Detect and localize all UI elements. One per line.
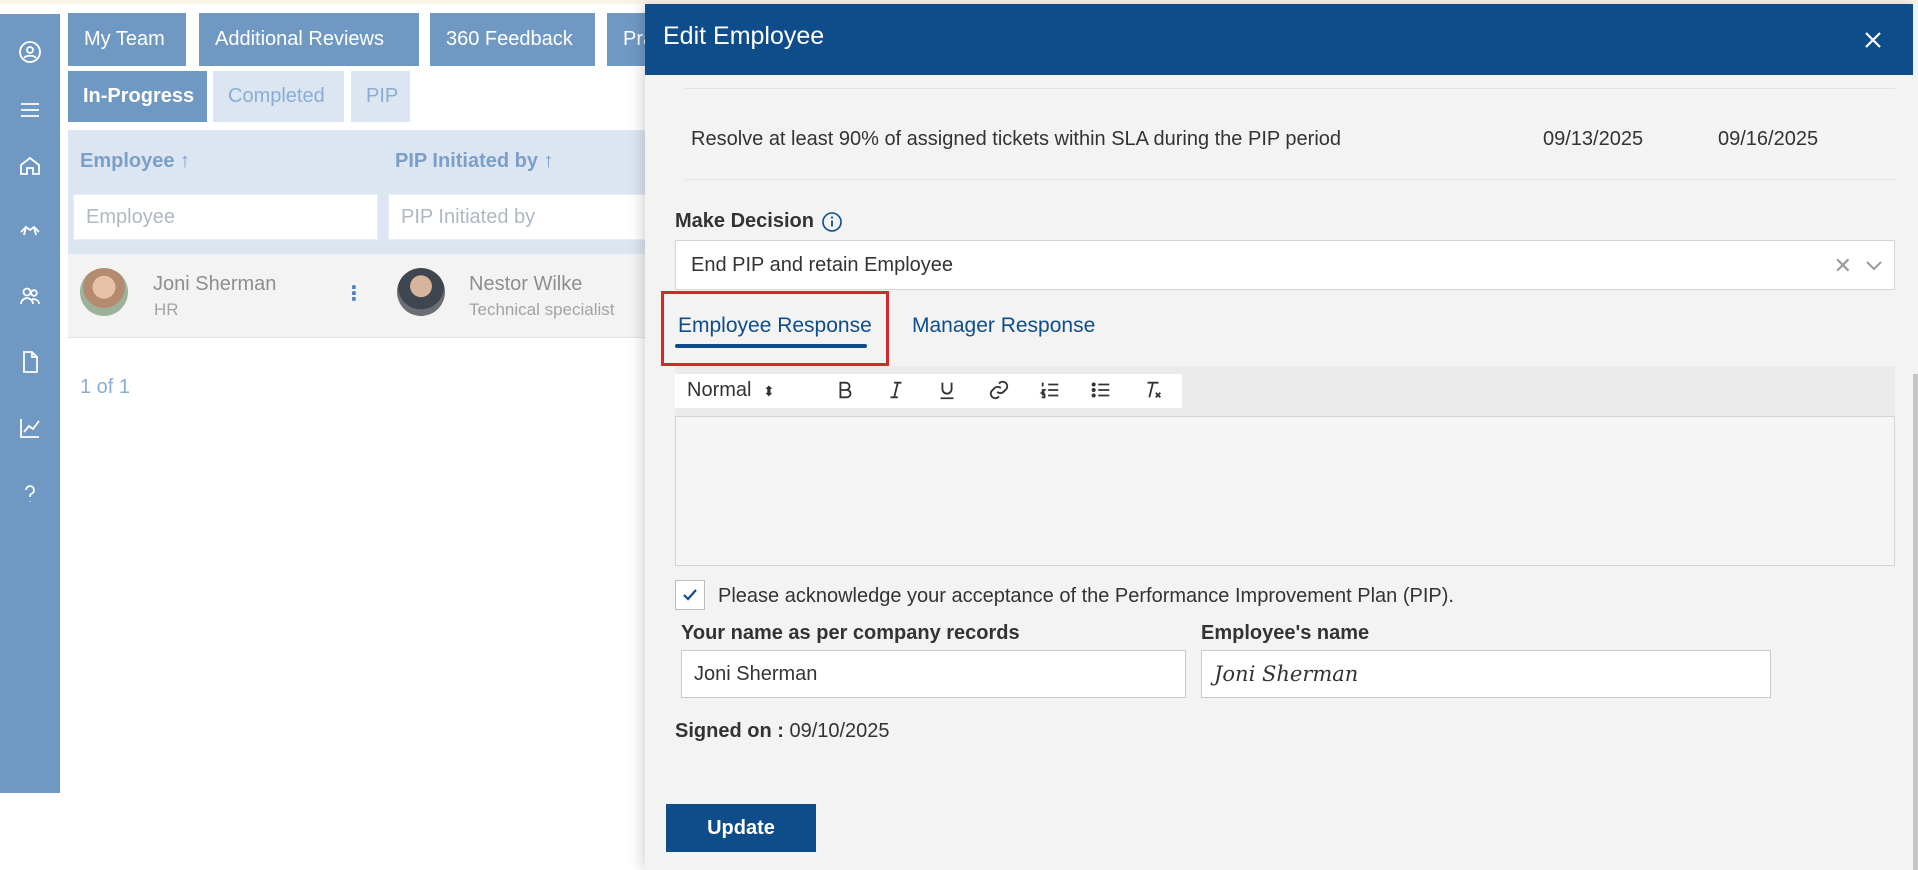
chevron-down-icon[interactable] — [1864, 255, 1884, 275]
app-logo-icon[interactable] — [16, 38, 44, 66]
goal-end-date: 09/16/2025 — [1718, 128, 1819, 150]
help-icon[interactable] — [16, 480, 44, 508]
update-button[interactable]: Update — [666, 804, 816, 852]
employee-signature-label: Employee's name — [1201, 622, 1370, 644]
employee-filter-input[interactable]: Employee — [73, 194, 378, 240]
employee-signature-field[interactable]: Joni Sherman — [1201, 650, 1771, 698]
checkmark-icon — [683, 589, 697, 601]
link-icon[interactable] — [987, 378, 1011, 402]
company-name-field[interactable]: Joni Sherman — [681, 650, 1186, 698]
ordered-list-icon[interactable] — [1038, 378, 1062, 402]
decision-select-value: End PIP and retain Employee — [691, 254, 954, 276]
subtab-completed[interactable]: Completed — [213, 71, 344, 122]
initiator-filter-input[interactable]: PIP Initiated by — [388, 194, 648, 240]
home-icon[interactable] — [16, 152, 44, 180]
acknowledge-label: Please acknowledge your acceptance of th… — [718, 585, 1454, 607]
row-menu-icon[interactable]: ⋮ — [344, 282, 364, 306]
subtab-pip[interactable]: PIP — [351, 71, 410, 122]
clear-format-icon[interactable] — [1141, 378, 1165, 402]
company-name-label: Your name as per company records — [681, 622, 1020, 644]
document-icon[interactable] — [16, 348, 44, 376]
acknowledge-checkbox[interactable] — [675, 580, 705, 610]
initiator-role: Technical specialist — [469, 300, 615, 319]
people-icon[interactable] — [16, 282, 44, 310]
highlight-box — [661, 291, 889, 366]
panel-header: Edit Employee — [645, 4, 1913, 75]
panel-title: Edit Employee — [663, 22, 825, 50]
bullet-list-icon[interactable] — [1089, 378, 1113, 402]
clear-icon[interactable]: ✕ — [1834, 253, 1852, 279]
sort-arrows-icon: ⬍ — [763, 383, 775, 399]
tab-my-team[interactable]: My Team — [68, 13, 186, 66]
initiator-name: Nestor Wilke — [469, 273, 583, 295]
panel-scrollbar[interactable] — [1913, 374, 1918, 870]
tab-additional-reviews[interactable]: Additional Reviews — [199, 13, 419, 66]
pagination-info: 1 of 1 — [80, 376, 131, 398]
format-select[interactable]: Normal ⬍ — [687, 379, 775, 402]
make-decision-label: Make Decision — [675, 210, 814, 232]
column-header-employee[interactable]: Employee ↑ — [80, 150, 190, 173]
edit-employee-panel: Edit Employee Resolve at least 90% of as… — [645, 4, 1918, 870]
goal-start-date: 09/13/2025 — [1543, 128, 1644, 150]
left-nav-rail — [0, 14, 60, 793]
decision-select[interactable]: End PIP and retain Employee ✕ — [675, 240, 1895, 290]
bold-icon[interactable] — [833, 378, 857, 402]
signed-on-label: Signed on : — [675, 720, 784, 742]
tab-360-feedback[interactable]: 360 Feedback — [430, 13, 595, 66]
italic-icon[interactable] — [884, 378, 908, 402]
signed-on-text: Signed on : 09/10/2025 — [675, 720, 890, 743]
chart-icon[interactable] — [16, 414, 44, 442]
initiator-avatar — [397, 268, 445, 316]
close-icon[interactable] — [1857, 24, 1889, 56]
employee-name: Joni Sherman — [153, 273, 277, 295]
goal-description: Resolve at least 90% of assigned tickets… — [691, 128, 1342, 150]
tab-manager-response[interactable]: Manager Response — [912, 314, 1095, 338]
format-select-value: Normal — [687, 379, 752, 401]
info-icon[interactable] — [821, 211, 843, 233]
employee-response-editor[interactable] — [675, 416, 1895, 566]
signed-on-date: 09/10/2025 — [789, 720, 890, 742]
employee-role: HR — [154, 300, 179, 319]
underline-icon[interactable] — [935, 378, 959, 402]
subtab-in-progress[interactable]: In-Progress — [68, 71, 207, 122]
editor-toolbar — [675, 366, 1895, 416]
handshake-icon[interactable] — [16, 216, 44, 244]
menu-icon[interactable] — [16, 96, 44, 124]
employee-avatar — [80, 268, 128, 316]
column-header-pip-initiated-by[interactable]: PIP Initiated by ↑ — [395, 150, 554, 173]
